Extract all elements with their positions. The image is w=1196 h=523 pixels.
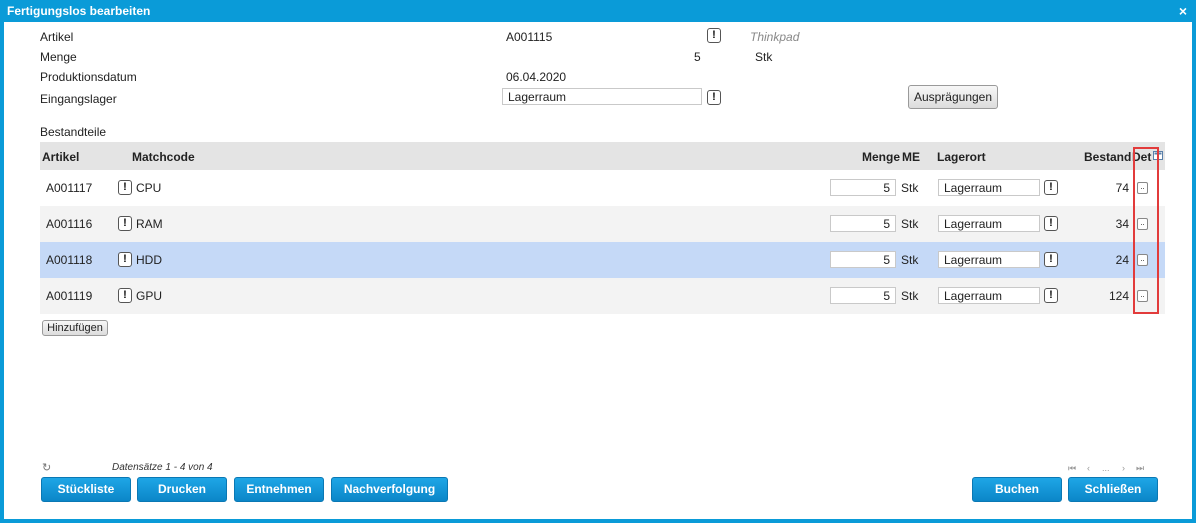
title-bar: Fertigungslos bearbeiten ×	[0, 0, 1196, 22]
row-detail-button[interactable]: ..	[1137, 182, 1148, 194]
row-artikel: A001119	[46, 289, 93, 303]
table-row-selected[interactable]: A001118 ! HDD Stk ! 24 ..	[40, 242, 1165, 278]
schliessen-button[interactable]: Schließen	[1068, 477, 1158, 502]
row-lagerort-info-icon[interactable]: !	[1044, 216, 1058, 231]
row-lagerort-info-icon[interactable]: !	[1044, 252, 1058, 267]
col-lagerort[interactable]: Lagerort	[937, 150, 986, 164]
pager-next-icon[interactable]: ›	[1122, 463, 1125, 473]
row-menge-input[interactable]	[830, 179, 896, 196]
table-header: Artikel Matchcode Menge ME Lagerort Best…	[40, 142, 1165, 170]
menge-label: Menge	[40, 50, 77, 64]
row-me: Stk	[901, 181, 919, 195]
col-menge[interactable]: Menge	[862, 150, 900, 164]
row-lagerort-input[interactable]	[938, 215, 1040, 232]
row-info-icon[interactable]: !	[118, 216, 132, 231]
row-matchcode: CPU	[136, 181, 162, 195]
table-row[interactable]: A001116 ! RAM Stk ! 34 ..	[40, 206, 1165, 242]
row-lagerort-input[interactable]	[938, 251, 1040, 268]
row-info-icon[interactable]: !	[118, 252, 132, 267]
row-me: Stk	[901, 289, 919, 303]
pager-prev-icon[interactable]: ‹	[1087, 463, 1090, 473]
pager-first-icon[interactable]: ⏮	[1068, 463, 1076, 474]
row-detail-button[interactable]: ..	[1137, 290, 1148, 302]
col-me[interactable]: ME	[902, 150, 920, 164]
hinzufuegen-button[interactable]: Hinzufügen	[42, 320, 108, 336]
refresh-icon[interactable]: ↻	[42, 461, 51, 474]
artikel-label: Artikel	[40, 30, 74, 44]
row-artikel: A001118	[46, 253, 93, 267]
row-menge-input[interactable]	[830, 215, 896, 232]
close-icon[interactable]: ×	[1176, 0, 1190, 22]
row-bestand: 24	[1115, 253, 1129, 267]
pager-page-indicator: ...	[1102, 463, 1110, 473]
row-detail-button[interactable]: ..	[1137, 254, 1148, 266]
row-bestand: 74	[1115, 181, 1129, 195]
row-matchcode: HDD	[136, 253, 162, 267]
row-matchcode: GPU	[136, 289, 163, 303]
col-bestand[interactable]: Bestand	[1084, 150, 1131, 164]
col-det[interactable]: Det	[1132, 150, 1151, 164]
row-me: Stk	[901, 217, 919, 231]
row-info-icon[interactable]: !	[118, 180, 132, 195]
row-lagerort-info-icon[interactable]: !	[1044, 288, 1058, 303]
buchen-button[interactable]: Buchen	[972, 477, 1062, 502]
col-matchcode[interactable]: Matchcode	[132, 150, 195, 164]
menge-value: 5	[694, 50, 701, 64]
produktionsdatum-label: Produktionsdatum	[40, 70, 137, 84]
drucken-button[interactable]: Drucken	[137, 477, 227, 502]
row-bestand: 34	[1115, 217, 1129, 231]
table-row[interactable]: A001119 ! GPU Stk ! 124 ..	[40, 278, 1165, 314]
auspraegungen-button[interactable]: Ausprägungen	[908, 85, 998, 109]
pager-last-icon[interactable]: ⏭	[1136, 463, 1144, 474]
dialog-window: Fertigungslos bearbeiten × Artikel A0011…	[0, 0, 1196, 523]
row-menge-input[interactable]	[830, 287, 896, 304]
row-info-icon[interactable]: !	[118, 288, 132, 303]
bestandteile-label: Bestandteile	[40, 125, 107, 139]
eingangslager-input[interactable]	[502, 88, 702, 105]
record-count: Datensätze 1 - 4 von 4	[112, 462, 213, 473]
dialog-title: Fertigungslos bearbeiten	[7, 4, 151, 18]
row-lagerort-info-icon[interactable]: !	[1044, 180, 1058, 195]
artikel-value: A001115	[506, 30, 553, 44]
eingangslager-info-icon[interactable]: !	[707, 90, 721, 105]
row-detail-button[interactable]: ..	[1137, 218, 1148, 230]
nachverfolgung-button[interactable]: Nachverfolgung	[331, 477, 448, 502]
artikel-name: Thinkpad	[750, 30, 800, 44]
produktionsdatum-value: 06.04.2020	[506, 70, 567, 84]
row-artikel: A001116	[46, 217, 93, 231]
row-me: Stk	[901, 253, 919, 267]
menge-unit: Stk	[755, 50, 773, 64]
column-settings-icon[interactable]	[1153, 151, 1163, 160]
eingangslager-label: Eingangslager	[40, 92, 117, 106]
row-lagerort-input[interactable]	[938, 179, 1040, 196]
row-menge-input[interactable]	[830, 251, 896, 268]
col-artikel[interactable]: Artikel	[42, 150, 79, 164]
row-bestand: 124	[1108, 289, 1129, 303]
row-artikel: A001117	[46, 181, 93, 195]
table-row[interactable]: A001117 ! CPU Stk ! 74 ..	[40, 170, 1165, 206]
stueckliste-button[interactable]: Stückliste	[41, 477, 131, 502]
entnehmen-button[interactable]: Entnehmen	[234, 477, 324, 502]
row-lagerort-input[interactable]	[938, 287, 1040, 304]
artikel-info-icon[interactable]: !	[707, 28, 721, 43]
row-matchcode: RAM	[136, 217, 163, 231]
